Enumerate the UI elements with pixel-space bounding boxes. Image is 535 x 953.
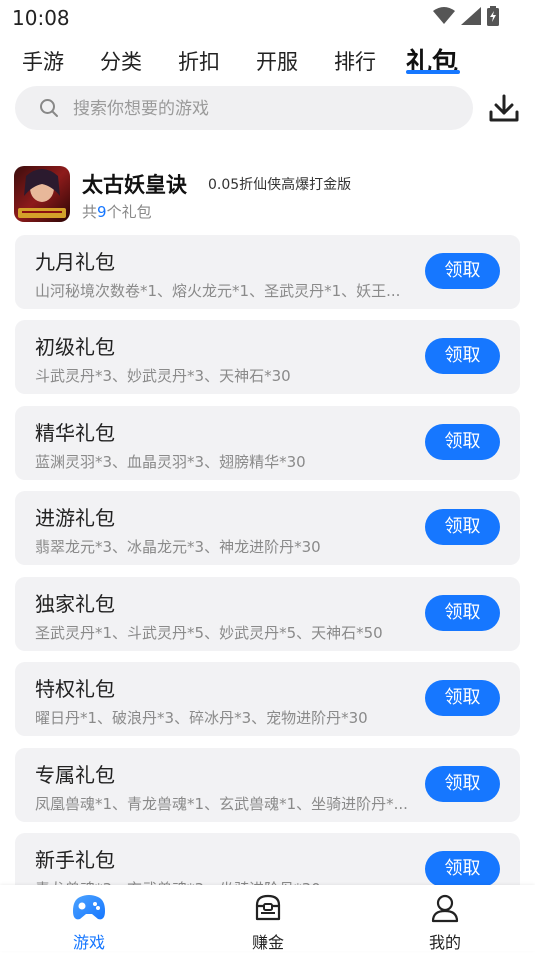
- treasure-chest-icon: [255, 894, 281, 921]
- gift-card[interactable]: 精华礼包 蓝渊灵羽*3、血晶灵羽*3、翅膀精华*30 领取: [15, 406, 520, 480]
- gift-name: 九月礼包: [35, 250, 115, 274]
- gift-name: 特权礼包: [35, 677, 115, 701]
- user-icon: [431, 894, 459, 923]
- claim-button[interactable]: 领取: [425, 509, 500, 545]
- nav-games-label: 游戏: [72, 933, 105, 952]
- category-tabs: 手游 分类 折扣 开服 排行 礼包: [0, 42, 535, 82]
- gift-count-number: 9: [97, 203, 107, 221]
- active-tab-indicator: [406, 70, 460, 74]
- claim-button[interactable]: 领取: [425, 424, 500, 460]
- bottom-nav: 游戏 赚金 我的: [0, 885, 535, 953]
- nav-earn[interactable]: 赚金: [228, 893, 308, 953]
- claim-button[interactable]: 领取: [425, 766, 500, 802]
- gift-count-suffix: 个礼包: [106, 203, 152, 221]
- gift-card[interactable]: 九月礼包 山河秘境次数卷*1、熔火龙元*1、圣武灵丹*1、妖王... 领取: [15, 235, 520, 309]
- claim-button[interactable]: 领取: [425, 851, 500, 887]
- gift-name: 专属礼包: [35, 763, 115, 787]
- gift-contents: 翡翠龙元*3、冰晶龙元*3、神龙进阶丹*30: [35, 538, 321, 556]
- game-title[interactable]: 太古妖皇诀: [82, 169, 187, 199]
- tab-categories[interactable]: 分类: [100, 46, 142, 76]
- gift-contents: 斗武灵丹*3、妙武灵丹*3、天神石*30: [35, 367, 291, 385]
- gift-name: 初级礼包: [35, 335, 115, 359]
- gift-contents: 山河秘境次数卷*1、熔火龙元*1、圣武灵丹*1、妖王...: [35, 282, 401, 300]
- search-input[interactable]: [71, 86, 455, 132]
- gift-card[interactable]: 初级礼包 斗武灵丹*3、妙武灵丹*3、天神石*30 领取: [15, 320, 520, 394]
- tab-rankings[interactable]: 排行: [334, 46, 376, 76]
- game-subtitle: 0.05折仙侠高爆打金版: [208, 177, 352, 193]
- search-icon: [40, 99, 58, 117]
- gift-contents: 曜日丹*1、破浪丹*3、碎冰丹*3、宠物进阶丹*30: [35, 709, 368, 727]
- gift-card[interactable]: 专属礼包 凤凰兽魂*1、青龙兽魂*1、玄武兽魂*1、坐骑进阶丹*... 领取: [15, 748, 520, 822]
- signal-icon: [461, 7, 481, 25]
- download-icon[interactable]: [488, 94, 520, 124]
- tab-new-servers[interactable]: 开服: [256, 46, 298, 76]
- gift-card[interactable]: 进游礼包 翡翠龙元*3、冰晶龙元*3、神龙进阶丹*30 领取: [15, 491, 520, 565]
- gift-contents: 圣武灵丹*1、斗武灵丹*5、妙武灵丹*5、天神石*50: [35, 624, 383, 642]
- nav-me[interactable]: 我的: [405, 893, 485, 953]
- battery-icon: [487, 6, 499, 26]
- status-icons: [433, 6, 499, 26]
- status-time: 10:08: [12, 6, 70, 30]
- nav-earn-label: 赚金: [251, 933, 284, 952]
- tab-mobile-games[interactable]: 手游: [22, 46, 64, 76]
- gift-card[interactable]: 特权礼包 曜日丹*1、破浪丹*3、碎冰丹*3、宠物进阶丹*30 领取: [15, 662, 520, 736]
- gift-contents: 蓝渊灵羽*3、血晶灵羽*3、翅膀精华*30: [35, 453, 306, 471]
- claim-button[interactable]: 领取: [425, 595, 500, 631]
- gift-name: 独家礼包: [35, 592, 115, 616]
- search-bar[interactable]: [15, 86, 473, 132]
- wifi-icon: [433, 7, 455, 24]
- status-bar: 10:08: [0, 0, 535, 36]
- game-icon[interactable]: [14, 166, 70, 222]
- nav-games[interactable]: 游戏: [49, 893, 129, 953]
- gift-contents: 凤凰兽魂*1、青龙兽魂*1、玄武兽魂*1、坐骑进阶丹*...: [35, 795, 408, 813]
- nav-me-label: 我的: [428, 933, 461, 952]
- gift-name: 精华礼包: [35, 421, 115, 445]
- gift-count-prefix: 共: [82, 203, 98, 221]
- gift-name: 新手礼包: [35, 848, 115, 872]
- claim-button[interactable]: 领取: [425, 680, 500, 716]
- gift-count: 共9个礼包: [82, 201, 152, 222]
- claim-button[interactable]: 领取: [425, 338, 500, 374]
- gift-name: 进游礼包: [35, 506, 115, 530]
- gamepad-icon: [73, 895, 105, 920]
- gift-card[interactable]: 独家礼包 圣武灵丹*1、斗武灵丹*5、妙武灵丹*5、天神石*50 领取: [15, 577, 520, 651]
- tab-discounts[interactable]: 折扣: [178, 46, 220, 76]
- claim-button[interactable]: 领取: [425, 253, 500, 289]
